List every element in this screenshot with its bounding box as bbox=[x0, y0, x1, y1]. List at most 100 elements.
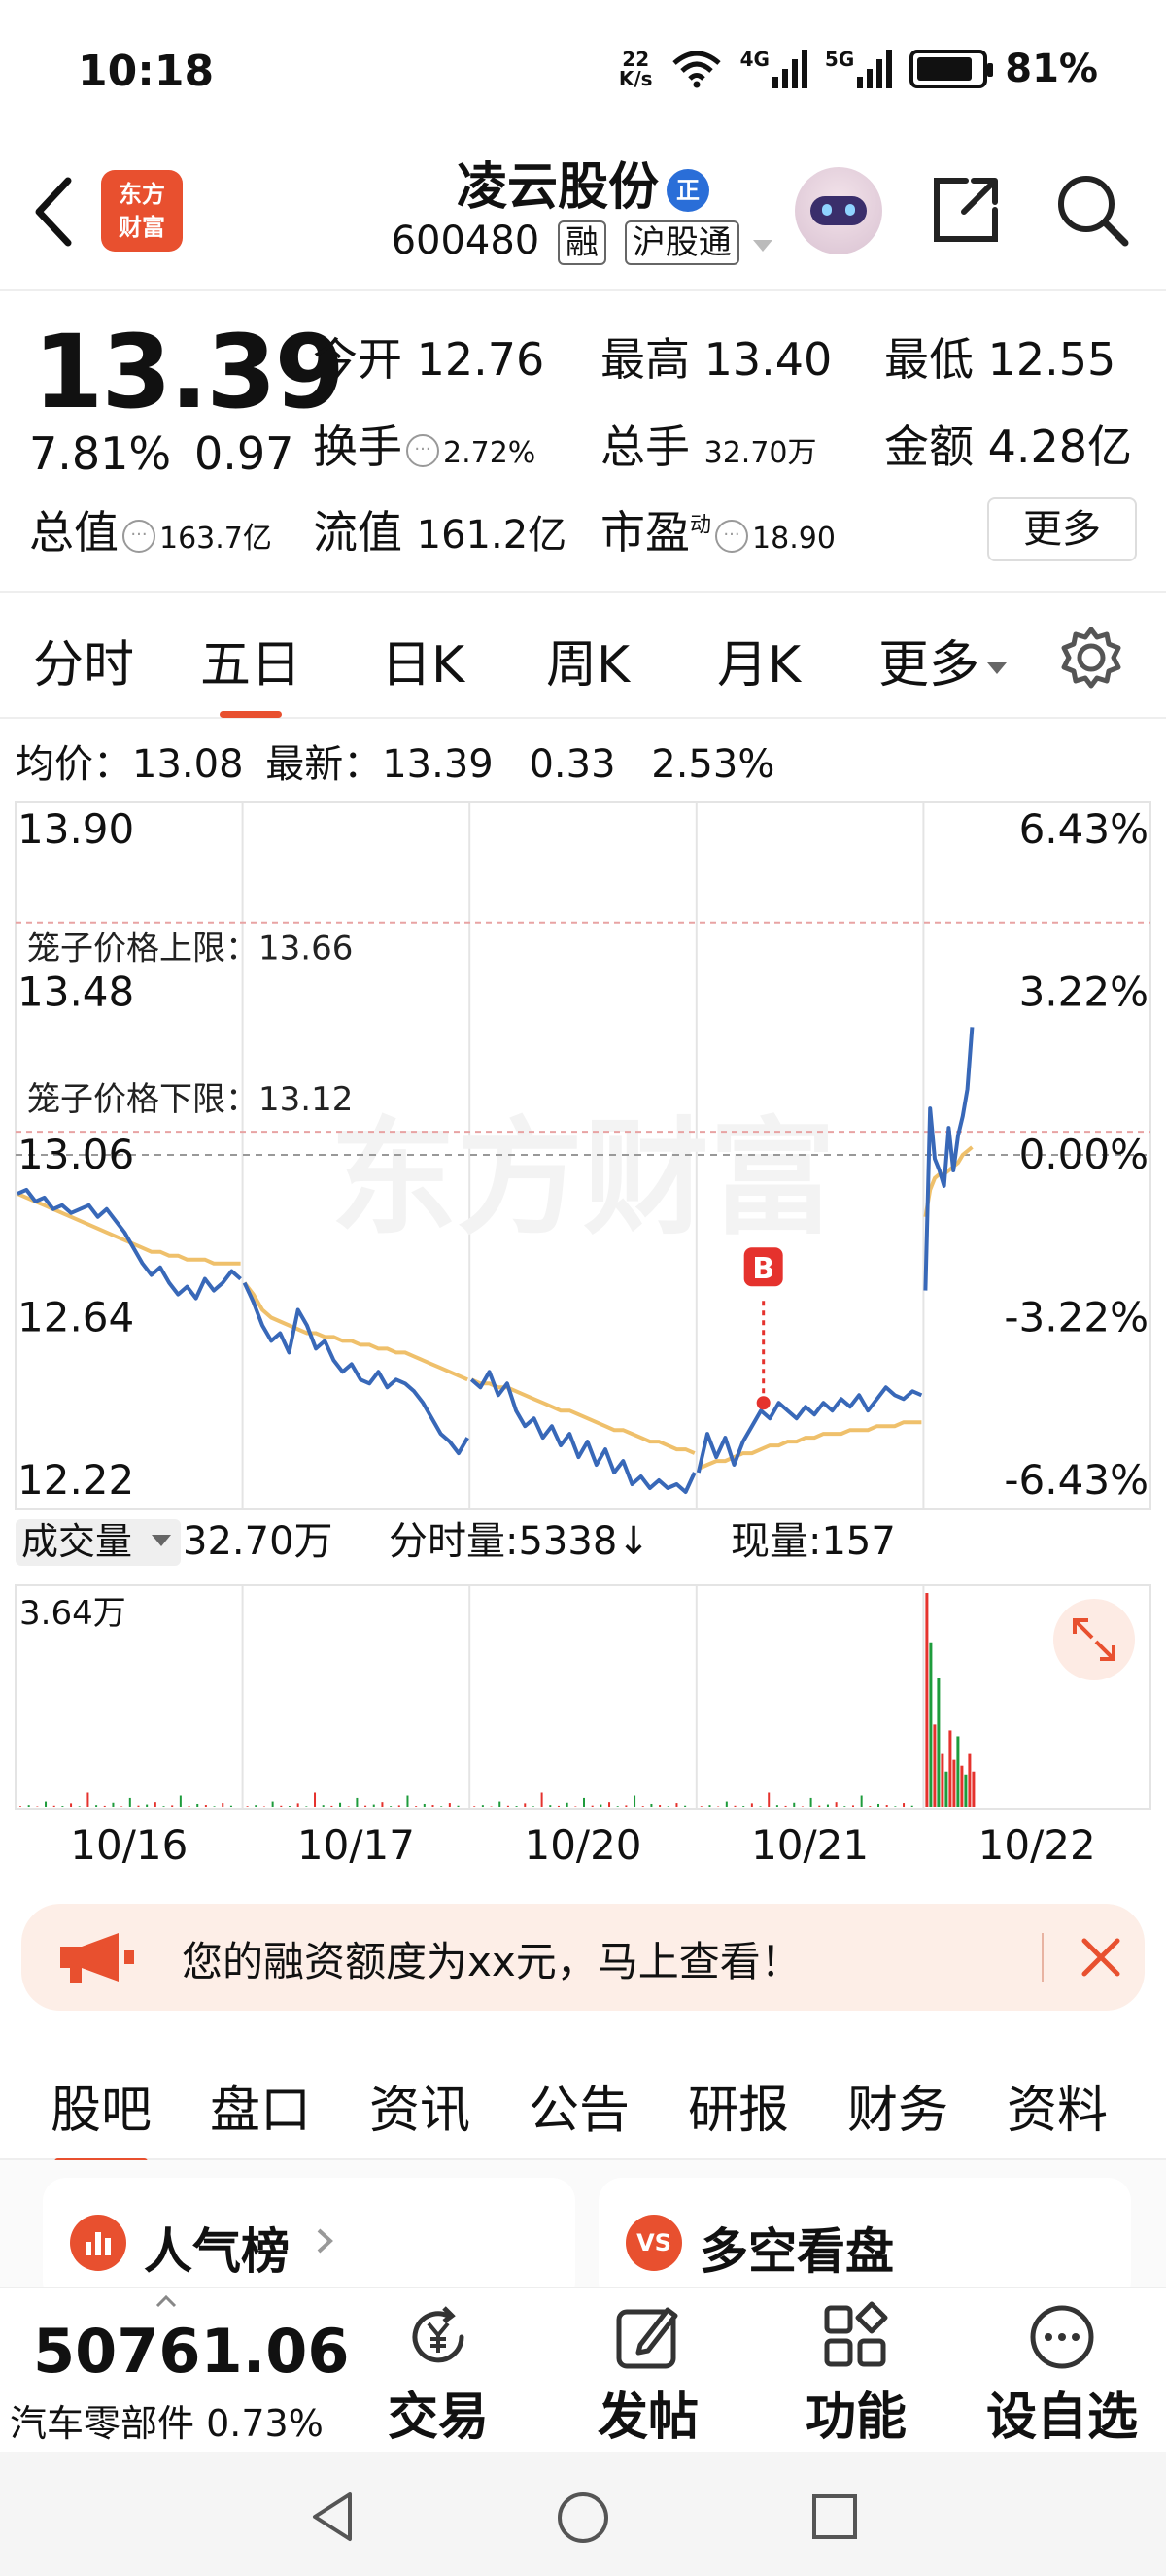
volume-bar bbox=[255, 1805, 257, 1807]
connect-tag[interactable]: 沪股通 bbox=[624, 220, 739, 265]
expand-chart-button bbox=[1053, 1599, 1135, 1680]
trade-yen-icon bbox=[412, 2306, 464, 2363]
volume-bar bbox=[910, 1805, 913, 1807]
dropdown-triangle-icon[interactable] bbox=[751, 238, 774, 254]
float-cap: 流值 161.2亿 bbox=[313, 497, 566, 561]
positive-badge: 正 bbox=[667, 169, 709, 212]
tab-pankou[interactable]: 盘口 bbox=[210, 2069, 311, 2142]
sector-index-value[interactable]: 50761.06 bbox=[33, 2316, 350, 2387]
nav-home-icon[interactable] bbox=[556, 2491, 610, 2545]
more-dots-icon bbox=[1030, 2305, 1094, 2369]
close-icon[interactable] bbox=[1079, 1935, 1123, 1980]
turnover-rate: 换手 ··· 2.72% bbox=[313, 412, 535, 476]
trade-button[interactable]: 交易 bbox=[356, 2300, 521, 2449]
dropdown-triangle-icon bbox=[987, 662, 1008, 674]
volume-bar bbox=[440, 1806, 443, 1807]
popularity-card[interactable]: 人气榜 bbox=[43, 2178, 575, 2304]
tab-weekly-k[interactable]: 周K bbox=[546, 624, 630, 696]
x-tick-label: 10/16 bbox=[70, 1821, 188, 1869]
volume-bar bbox=[448, 1803, 451, 1807]
volume-bar bbox=[406, 1795, 409, 1807]
volume-bar bbox=[540, 1792, 543, 1807]
x-tick-label: 10/17 bbox=[297, 1821, 415, 1869]
chart-svg[interactable]: 东方财富 笼子价格上限：13.66 笼子价格下限：13.12 13.90 13.48 13… bbox=[0, 795, 1166, 1882]
expand-up-icon[interactable] bbox=[155, 2294, 177, 2308]
net1-label: 4G bbox=[739, 48, 770, 71]
add-watchlist-button[interactable]: 设自选 bbox=[979, 2300, 1145, 2449]
post-label: 发帖 bbox=[597, 2389, 699, 2447]
high-price: 最高 13.40 bbox=[600, 324, 832, 389]
tab-more[interactable]: 更多 bbox=[878, 624, 1009, 696]
info-icon[interactable]: ··· bbox=[715, 519, 749, 553]
low-value: 12.55 bbox=[987, 333, 1116, 386]
avg-value: 13.08 bbox=[132, 742, 244, 787]
volume-bar bbox=[634, 1795, 636, 1807]
pe-ratio: 市盈动 ··· 18.90 bbox=[600, 497, 836, 561]
functions-button[interactable]: 功能 bbox=[773, 2300, 939, 2449]
change-amount: 0.97 bbox=[194, 427, 294, 480]
tab-research[interactable]: 研报 bbox=[688, 2069, 789, 2142]
more-quote-button[interactable]: 更多 bbox=[987, 497, 1137, 561]
status-bar: 10:18 22 K/s 4G 5G 81% bbox=[0, 0, 1166, 146]
tab-intraday[interactable]: 分时 bbox=[33, 624, 134, 696]
settings-gear-icon[interactable] bbox=[1059, 626, 1123, 690]
x-tick-label: 10/20 bbox=[524, 1821, 641, 1869]
nav-recents-icon[interactable] bbox=[810, 2492, 859, 2541]
tab-profile[interactable]: 资料 bbox=[1007, 2069, 1108, 2142]
financing-banner[interactable]: 您的融资额度为xx元，马上查看！ bbox=[21, 1904, 1145, 2011]
volume-bar bbox=[809, 1797, 812, 1807]
volume-bar bbox=[204, 1805, 207, 1807]
tab-finance[interactable]: 财务 bbox=[847, 2069, 948, 2142]
bull-bear-card[interactable]: VS 多空看盘 bbox=[599, 2178, 1131, 2304]
volume-bar bbox=[929, 1642, 933, 1807]
volume-bar bbox=[583, 1797, 585, 1807]
pe-value: 18.90 bbox=[752, 522, 836, 556]
add-watchlist-label: 设自选 bbox=[985, 2389, 1138, 2447]
tab-guba[interactable]: 股吧 bbox=[51, 2069, 152, 2165]
volume-bar bbox=[280, 1805, 283, 1807]
volume-bar bbox=[937, 1678, 941, 1807]
price-line bbox=[696, 1385, 923, 1474]
volume-bar bbox=[364, 1805, 367, 1807]
tab-five-day[interactable]: 五日 bbox=[200, 624, 301, 718]
sector-index-label: 汽车零部件 0.73% bbox=[10, 2402, 324, 2445]
tab-daily-k[interactable]: 日K bbox=[381, 624, 464, 696]
info-icon[interactable]: ··· bbox=[122, 519, 155, 553]
pe-sup: 动 bbox=[690, 513, 712, 538]
nav-back-icon[interactable] bbox=[309, 2491, 356, 2543]
post-button[interactable]: 发帖 bbox=[566, 2300, 731, 2449]
bar-chart-icon bbox=[70, 2215, 126, 2271]
functions-label: 功能 bbox=[805, 2389, 907, 2447]
volume-bar bbox=[903, 1803, 906, 1807]
tab-monthly-k[interactable]: 月K bbox=[717, 624, 801, 696]
megaphone-icon bbox=[60, 1933, 134, 1983]
volume-bar bbox=[818, 1805, 821, 1807]
volume-bar bbox=[650, 1803, 653, 1807]
assistant-robot-icon[interactable] bbox=[795, 167, 882, 254]
status-time: 10:18 bbox=[78, 47, 215, 96]
market-cap-value: 163.7亿 bbox=[159, 522, 272, 556]
info-icon[interactable]: ··· bbox=[406, 433, 439, 467]
y-tick-left: 12.64 bbox=[17, 1294, 134, 1341]
volume-bar bbox=[869, 1806, 872, 1807]
share-icon[interactable] bbox=[927, 171, 1005, 249]
banner-divider bbox=[1042, 1933, 1044, 1982]
volume-bar bbox=[27, 1805, 30, 1807]
y-tick-right: 6.43% bbox=[1019, 805, 1149, 853]
volume-bar bbox=[933, 1724, 937, 1807]
chevron-right-icon bbox=[317, 2228, 333, 2254]
search-icon[interactable] bbox=[1053, 171, 1131, 249]
latest-change: 0.33 bbox=[529, 742, 616, 787]
banner-text: 您的融资额度为xx元，马上查看！ bbox=[182, 1938, 802, 1985]
quote-panel: 13.39 7.81% 0.97 总值 ··· 163.7亿 今开 12.76 最高… bbox=[0, 291, 1166, 593]
five-day-chart[interactable]: 东方财富 笼子价格上限：13.66 笼子价格下限：13.12 13.90 13.48 13… bbox=[0, 795, 1166, 1882]
volume-bar bbox=[843, 1806, 846, 1807]
low-label: 最低 bbox=[884, 333, 974, 386]
chart-tabs: 分时 五日 日K 周K 月K 更多 bbox=[0, 594, 1166, 719]
volume-bar bbox=[625, 1805, 628, 1807]
volume-bar bbox=[506, 1805, 509, 1807]
tab-announcements[interactable]: 公告 bbox=[529, 2069, 630, 2142]
volume-bar bbox=[616, 1806, 619, 1807]
tab-news[interactable]: 资讯 bbox=[369, 2069, 470, 2142]
volume-bar bbox=[925, 1593, 929, 1807]
